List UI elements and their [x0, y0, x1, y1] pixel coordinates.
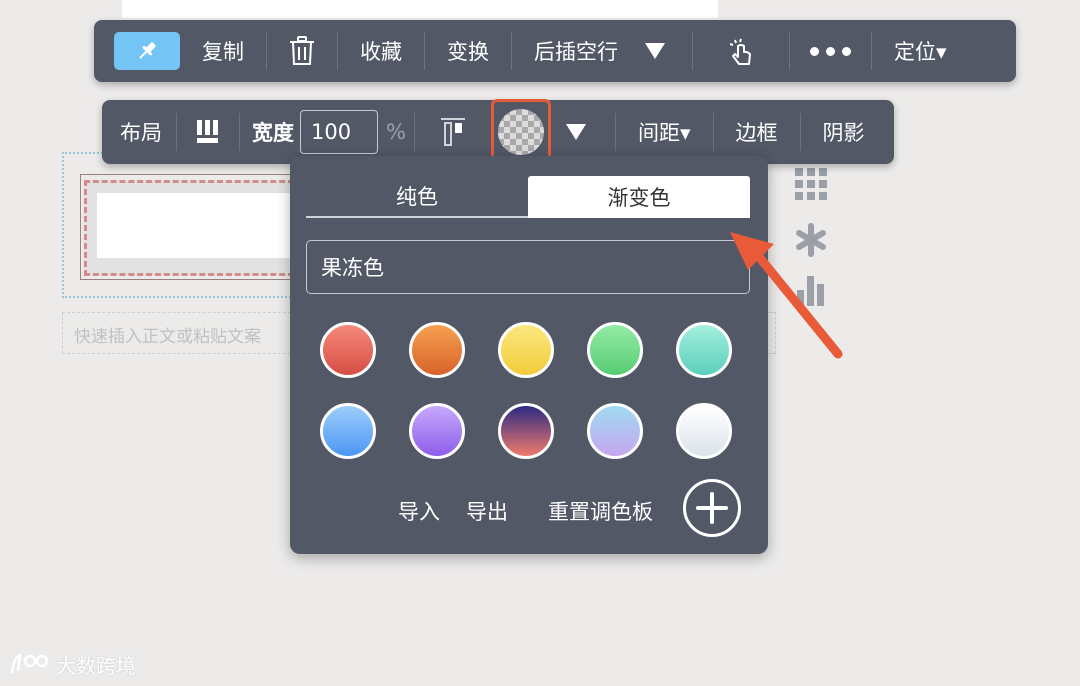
gradient-swatch[interactable] [676, 403, 732, 459]
asterisk-icon[interactable] [793, 222, 829, 258]
block-content[interactable] [97, 193, 294, 258]
align-top-icon [440, 118, 465, 146]
style-toolbar: 布局 宽度 % 间距▾ 边框 阴影 [102, 99, 894, 165]
plus-icon [696, 492, 728, 524]
shadow-button[interactable]: 阴影 [801, 117, 887, 147]
transform-button[interactable]: 变换 [425, 36, 511, 66]
gradient-swatch[interactable] [587, 403, 643, 459]
color-picker-popover: 纯色 渐变色 果冻色 导入 导出 重置调色板 [290, 156, 768, 554]
page-canvas-top [122, 0, 718, 18]
gradient-swatch[interactable] [587, 322, 643, 378]
add-color-button[interactable] [683, 479, 741, 537]
reset-palette-button[interactable]: 重置调色板 [548, 496, 653, 526]
pointer-click-icon [729, 38, 751, 65]
tab-gradient-color[interactable]: 渐变色 [528, 176, 750, 218]
width-label: 宽度 [252, 121, 294, 145]
watermark-text: 大数跨境 [56, 654, 136, 678]
caret-down-icon [645, 43, 665, 59]
palette-select-value: 果冻色 [321, 256, 384, 280]
favorite-button[interactable]: 收藏 [338, 36, 424, 66]
insert-after-button[interactable]: 后插空行 [512, 36, 630, 66]
columns-button[interactable] [177, 120, 239, 144]
gradient-swatch[interactable] [498, 403, 554, 459]
border-button[interactable]: 边框 [714, 117, 800, 147]
gradient-swatch[interactable] [320, 322, 376, 378]
trash-icon [290, 36, 314, 65]
columns-icon [197, 120, 218, 143]
gradient-swatch[interactable] [498, 322, 554, 378]
watermark-logo-icon [10, 652, 49, 673]
palette-select[interactable]: 果冻色 [306, 240, 750, 294]
click-action-button[interactable] [693, 36, 789, 66]
more-button[interactable] [790, 46, 871, 56]
gradient-swatch[interactable] [409, 322, 465, 378]
spacing-dropdown[interactable]: 间距▾ [616, 117, 713, 147]
align-top-button[interactable] [415, 117, 491, 147]
transparent-swatch-icon [497, 109, 544, 155]
locate-dropdown[interactable]: 定位▾ [872, 36, 969, 66]
more-dots-icon [810, 46, 851, 56]
quick-insert-input[interactable]: 快速插入正文或粘贴文案 [62, 312, 296, 354]
export-button[interactable]: 导出 [466, 496, 508, 526]
copy-button[interactable]: 复制 [180, 36, 266, 66]
insert-after-dropdown[interactable] [630, 42, 692, 60]
color-dropdown[interactable] [551, 123, 615, 141]
grid-icon[interactable] [793, 166, 829, 202]
width-unit: % [386, 120, 406, 144]
delete-button[interactable] [267, 36, 337, 66]
pin-icon [139, 42, 156, 59]
caret-down-icon [565, 124, 586, 140]
pin-button[interactable] [114, 32, 180, 70]
bar-chart-icon[interactable] [793, 272, 829, 308]
watermark: 大数跨境 [8, 650, 136, 679]
block-toolbar: 复制 收藏 变换 后插空行 定位▾ [94, 20, 1016, 82]
gradient-swatch[interactable] [676, 322, 732, 378]
layout-button[interactable]: 布局 [120, 117, 176, 147]
width-input[interactable] [300, 110, 378, 154]
gradient-swatch[interactable] [409, 403, 465, 459]
gradient-swatch[interactable] [320, 403, 376, 459]
tab-solid-color[interactable]: 纯色 [306, 176, 528, 218]
import-button[interactable]: 导入 [398, 496, 440, 526]
